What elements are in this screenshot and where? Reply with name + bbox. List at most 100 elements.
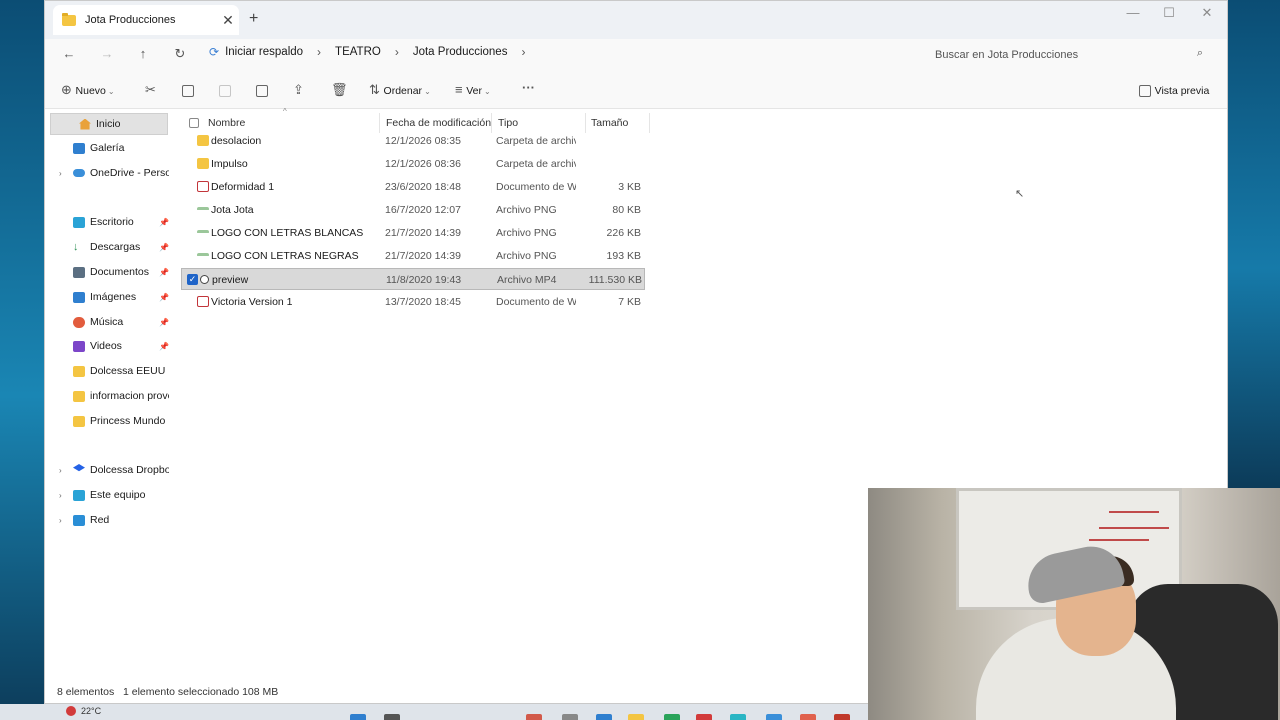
sidebar-item-label: Dolcessa EEUU — [90, 365, 166, 377]
sidebar-item-imagenes[interactable]: Imágenes 📌 — [45, 286, 169, 308]
taskbar-app-icon[interactable] — [800, 714, 816, 720]
preview-pane-button[interactable]: Vista previa — [1139, 82, 1209, 97]
sidebar-item-inicio[interactable]: Inicio — [50, 113, 168, 135]
folder-icon — [197, 158, 209, 169]
sidebar-item-label: Red — [90, 514, 110, 526]
table-row-selected[interactable]: ✓ preview 11/8/2020 19:43 Archivo MP4 11… — [181, 268, 645, 290]
webcam-overlay — [868, 488, 1280, 720]
refresh-button[interactable]: ↻ — [170, 46, 190, 62]
view-button[interactable]: ≡ Ver ⌄ — [455, 82, 491, 97]
close-window-button[interactable]: ✕ — [1189, 5, 1225, 21]
column-divider[interactable] — [649, 113, 650, 133]
file-size: 7 KB — [618, 296, 641, 308]
music-icon — [73, 316, 85, 328]
table-row[interactable]: LOGO CON LETRAS NEGRAS 21/7/2020 14:39 A… — [181, 245, 645, 267]
mouse-cursor-icon: ↖ — [1015, 188, 1025, 200]
chevron-right-icon[interactable]: › — [317, 45, 321, 59]
sidebar-item-label: Música — [90, 316, 124, 328]
rename-button[interactable] — [256, 82, 268, 97]
table-row[interactable]: LOGO CON LETRAS BLANCAS 21/7/2020 14:39 … — [181, 222, 645, 244]
sidebar-item-dolcessa-dropbox[interactable]: › Dolcessa Dropbox — [45, 459, 169, 481]
search-icon[interactable] — [384, 714, 400, 720]
row-checkbox[interactable]: ✓ — [187, 274, 198, 285]
up-button[interactable]: ↑ — [133, 46, 153, 61]
sidebar-item-label: informacion provee — [90, 390, 169, 402]
taskbar-app-icon[interactable] — [834, 714, 850, 720]
chevron-right-icon[interactable]: › — [59, 491, 62, 500]
taskbar-app-icon[interactable] — [664, 714, 680, 720]
select-all-checkbox[interactable] — [189, 118, 199, 128]
file-type: Documento de W... — [496, 181, 576, 193]
file-name: preview — [212, 274, 249, 286]
file-size: 193 KB — [606, 250, 641, 262]
image-file-icon — [197, 230, 209, 234]
taskbar-app-icon[interactable] — [526, 714, 542, 720]
chevron-right-icon[interactable]: › — [395, 45, 399, 59]
sort-button[interactable]: ⇅ Ordenar ⌄ — [369, 82, 431, 98]
chevron-right-icon[interactable]: › — [521, 45, 525, 59]
taskbar-app-icon[interactable] — [730, 714, 746, 720]
start-icon[interactable] — [350, 714, 366, 720]
minimize-button[interactable]: — — [1115, 5, 1151, 20]
weather-widget[interactable]: 22°C — [66, 706, 101, 716]
new-tab-button[interactable]: + — [249, 10, 258, 28]
file-date: 21/7/2020 14:39 — [385, 250, 461, 262]
search-input[interactable]: Buscar en Jota Producciones ⌕ — [925, 43, 1213, 67]
scissors-icon: ✂ — [145, 82, 156, 97]
taskbar-app-icon[interactable] — [696, 714, 712, 720]
table-row[interactable]: Victoria Version 1 13/7/2020 18:45 Docum… — [181, 291, 645, 313]
delete-button[interactable]: 🗑 — [331, 82, 348, 98]
close-tab-icon[interactable]: ✕ — [217, 12, 239, 29]
taskbar-app-icon[interactable] — [596, 714, 612, 720]
sidebar-item-escritorio[interactable]: Escritorio 📌 — [45, 211, 169, 233]
video-file-icon — [200, 275, 209, 284]
network-icon — [73, 514, 85, 526]
sidebar-item-galeria[interactable]: Galería — [45, 137, 169, 159]
image-file-icon — [197, 253, 209, 257]
paste-button[interactable] — [219, 82, 231, 97]
sidebar-item-este-equipo[interactable]: › Este equipo — [45, 484, 169, 506]
table-row[interactable]: Jota Jota 16/7/2020 12:07 Archivo PNG 80… — [181, 199, 645, 221]
cut-button[interactable]: ✂ — [145, 82, 156, 98]
copy-icon — [182, 84, 194, 97]
more-options-button[interactable]: ··· — [522, 80, 535, 95]
sidebar-item-princess-mundo[interactable]: Princess Mundo Im — [45, 410, 169, 432]
breadcrumb-item-teatro[interactable]: TEATRO — [335, 46, 381, 58]
navigation-pane: Inicio Galería › OneDrive - Persona Escr… — [45, 109, 169, 681]
tab-jota-producciones[interactable]: Jota Producciones ✕ — [53, 5, 239, 35]
sidebar-item-descargas[interactable]: ↓ Descargas 📌 — [45, 236, 169, 258]
sidebar-item-dolcessa-eeuu[interactable]: Dolcessa EEUU — [45, 360, 169, 382]
sidebar-item-onedrive[interactable]: › OneDrive - Persona — [45, 162, 169, 184]
sidebar-item-red[interactable]: › Red — [45, 509, 169, 531]
taskbar-app-icon[interactable] — [766, 714, 782, 720]
table-row[interactable]: Deformidad 1 23/6/2020 18:48 Documento d… — [181, 176, 645, 198]
maximize-button[interactable]: ☐ — [1151, 5, 1187, 21]
backup-icon: ⟳ — [209, 45, 220, 59]
taskbar-app-icon[interactable] — [562, 714, 578, 720]
sidebar-item-musica[interactable]: Música 📌 — [45, 311, 169, 333]
sidebar-item-informacion-provee[interactable]: informacion provee — [45, 385, 169, 407]
file-type: Archivo PNG — [496, 204, 557, 216]
file-name: LOGO CON LETRAS NEGRAS — [211, 250, 359, 262]
new-button[interactable]: ⊕ Nuevo ⌄ — [61, 82, 115, 98]
breadcrumb-item-backup[interactable]: Iniciar respaldo — [225, 46, 303, 58]
copy-button[interactable] — [182, 82, 194, 97]
back-button[interactable]: ← — [59, 46, 79, 61]
chevron-right-icon[interactable]: › — [59, 169, 62, 178]
chevron-right-icon[interactable]: › — [59, 516, 62, 525]
folder-icon — [73, 390, 85, 402]
forward-button[interactable]: → — [97, 46, 117, 61]
file-explorer-taskbar-icon[interactable] — [628, 714, 644, 720]
sidebar-item-documentos[interactable]: Documentos 📌 — [45, 261, 169, 283]
file-size: 80 KB — [612, 204, 641, 216]
chevron-down-icon: ⌄ — [424, 87, 431, 96]
sidebar-item-videos[interactable]: Videos 📌 — [45, 335, 169, 357]
share-button[interactable]: ⇪ — [293, 82, 304, 98]
file-date: 12/1/2026 08:36 — [385, 158, 461, 170]
chevron-right-icon[interactable]: › — [59, 466, 62, 475]
pin-icon: 📌 — [159, 341, 169, 351]
gallery-icon — [73, 142, 85, 154]
table-row[interactable]: Impulso 12/1/2026 08:36 Carpeta de archi… — [181, 153, 645, 175]
breadcrumb-item-jota-producciones[interactable]: Jota Producciones — [413, 46, 508, 58]
table-row[interactable]: desolacion 12/1/2026 08:35 Carpeta de ar… — [181, 130, 645, 152]
